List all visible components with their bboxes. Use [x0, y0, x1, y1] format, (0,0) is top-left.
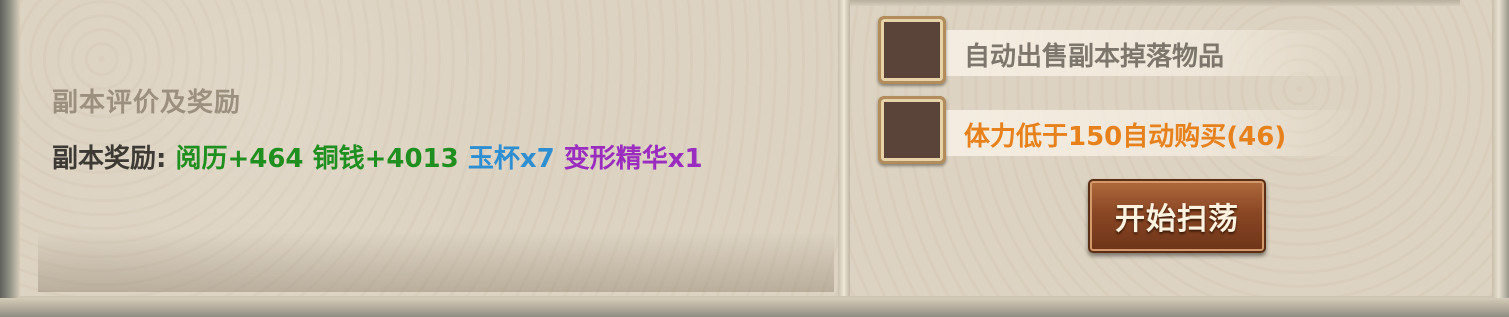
reward-panel-shade — [38, 232, 834, 292]
reward-experience: 阅历+464 — [175, 144, 304, 174]
reward-copper-coins: 铜钱+4013 — [312, 144, 459, 174]
auto-sell-checkbox[interactable] — [878, 16, 946, 84]
frame-right-edge — [1492, 0, 1509, 300]
auto-sell-label: 自动出售副本掉落物品 — [964, 42, 1225, 72]
reward-line: 副本奖励: 阅历+464 铜钱+4013 玉杯x7 变形精华x1 — [52, 138, 703, 175]
start-sweep-button[interactable]: 开始扫荡 — [1088, 179, 1266, 253]
reward-jade-cup: 玉杯x7 — [467, 144, 555, 174]
panel-divider — [838, 0, 850, 296]
options-panel-top-lip — [850, 0, 1460, 6]
auto-buy-checkbox[interactable] — [878, 96, 946, 164]
frame-left-edge — [0, 0, 20, 317]
dungeon-sweep-panel: 副本评价及奖励 副本奖励: 阅历+464 铜钱+4013 玉杯x7 变形精华x1… — [0, 0, 1509, 317]
auto-buy-label: 体力低于150自动购买(46) — [964, 122, 1287, 152]
auto-buy-option: 体力低于150自动购买(46) — [878, 96, 1438, 164]
reward-label: 副本奖励: — [52, 144, 167, 174]
frame-bottom-edge — [0, 298, 1509, 317]
reward-transform-essence: 变形精华x1 — [563, 144, 703, 174]
reward-section-title: 副本评价及奖励 — [52, 88, 242, 118]
auto-sell-option: 自动出售副本掉落物品 — [878, 16, 1438, 84]
